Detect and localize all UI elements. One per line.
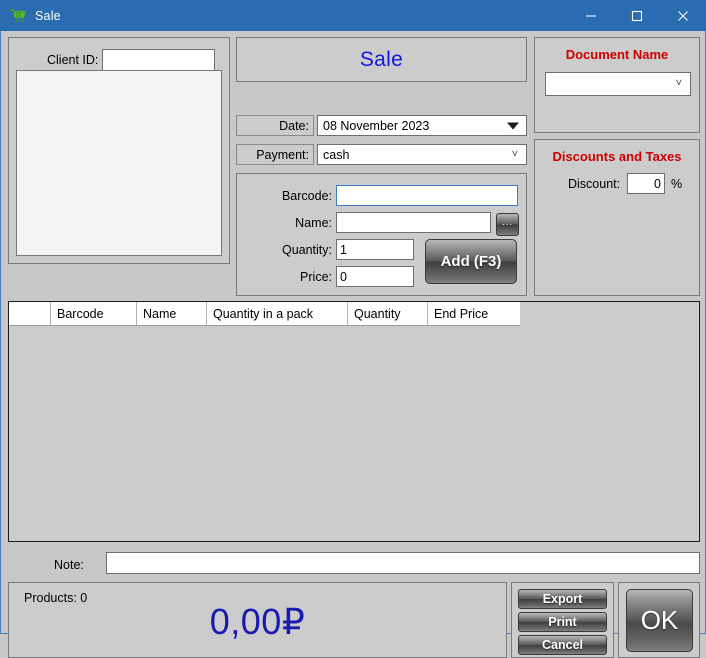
add-button[interactable]: Add (F3) bbox=[425, 239, 517, 284]
date-value: 08 November 2023 bbox=[323, 118, 430, 133]
name-input[interactable] bbox=[336, 212, 491, 233]
ok-button[interactable]: OK bbox=[626, 589, 693, 652]
browse-button[interactable]: ... bbox=[496, 213, 519, 236]
minimize-button[interactable] bbox=[568, 0, 614, 31]
action-buttons-panel: Export Print Cancel bbox=[511, 582, 614, 658]
column-header-barcode[interactable]: Barcode bbox=[51, 302, 137, 325]
column-header-select[interactable] bbox=[9, 302, 51, 325]
window-title: Sale bbox=[35, 8, 61, 23]
payment-label: Payment: bbox=[236, 144, 314, 165]
client-area: Client ID: Sale Date: 08 November 2023 P… bbox=[0, 31, 706, 658]
title-bar: Sale bbox=[0, 0, 706, 31]
discount-input[interactable] bbox=[627, 173, 665, 194]
column-header-quantity-in-a-pack[interactable]: Quantity in a pack bbox=[207, 302, 348, 325]
discount-label: Discount: bbox=[568, 177, 621, 191]
totals-panel: Products: 0 0,00₽ bbox=[8, 582, 507, 658]
payment-select[interactable]: cash ˅ bbox=[317, 144, 527, 165]
chevron-down-icon: ˅ bbox=[511, 148, 518, 160]
client-panel: Client ID: bbox=[8, 37, 230, 264]
column-header-end-price[interactable]: End Price bbox=[428, 302, 520, 325]
ok-panel: OK bbox=[618, 582, 700, 658]
chevron-down-icon bbox=[507, 122, 519, 129]
discounts-taxes-panel: Discounts and Taxes Discount: % bbox=[534, 139, 700, 296]
date-label: Date: bbox=[236, 115, 314, 136]
cancel-button[interactable]: Cancel bbox=[518, 635, 607, 655]
note-label: Note: bbox=[54, 558, 84, 572]
barcode-input[interactable] bbox=[336, 185, 518, 206]
price-input[interactable] bbox=[336, 266, 414, 287]
table-body[interactable] bbox=[9, 326, 699, 541]
payment-value: cash bbox=[323, 147, 350, 162]
column-header-quantity[interactable]: Quantity bbox=[348, 302, 428, 325]
barcode-label: Barcode: bbox=[281, 189, 332, 203]
price-label: Price: bbox=[300, 270, 332, 284]
table-header-row: Barcode Name Quantity in a pack Quantity… bbox=[9, 302, 520, 326]
chevron-down-icon: ˅ bbox=[675, 77, 682, 90]
date-picker[interactable]: 08 November 2023 bbox=[317, 115, 527, 136]
close-button[interactable] bbox=[660, 0, 706, 31]
export-button[interactable]: Export bbox=[518, 589, 607, 609]
document-name-select[interactable]: ˅ bbox=[545, 72, 691, 96]
column-header-name[interactable]: Name bbox=[137, 302, 207, 325]
print-button[interactable]: Print bbox=[518, 612, 607, 632]
note-input[interactable] bbox=[106, 552, 700, 574]
window-controls bbox=[568, 0, 706, 31]
document-name-panel: Document Name ˅ bbox=[534, 37, 700, 133]
payment-label-text: Payment: bbox=[256, 147, 309, 162]
client-id-input[interactable] bbox=[102, 49, 215, 71]
document-name-header: Document Name bbox=[565, 47, 669, 62]
product-entry-panel: Barcode: Name: ... Quantity: Price: Add … bbox=[236, 173, 527, 296]
page-title: Sale bbox=[359, 47, 404, 71]
name-label: Name: bbox=[295, 216, 332, 230]
percent-sign: % bbox=[671, 177, 683, 191]
shopping-cart-icon bbox=[8, 7, 26, 25]
date-label-text: Date: bbox=[279, 118, 309, 133]
discounts-taxes-header: Discounts and Taxes bbox=[552, 149, 682, 164]
products-table: Barcode Name Quantity in a pack Quantity… bbox=[8, 301, 700, 542]
maximize-button[interactable] bbox=[614, 0, 660, 31]
quantity-label: Quantity: bbox=[281, 243, 332, 257]
quantity-input[interactable] bbox=[336, 239, 414, 260]
total-amount: 0,00₽ bbox=[209, 601, 306, 642]
sale-title-panel: Sale bbox=[236, 37, 527, 82]
sale-window: Sale Client ID: Sale Date: 08 November 2… bbox=[0, 0, 706, 658]
client-list[interactable] bbox=[16, 70, 222, 256]
